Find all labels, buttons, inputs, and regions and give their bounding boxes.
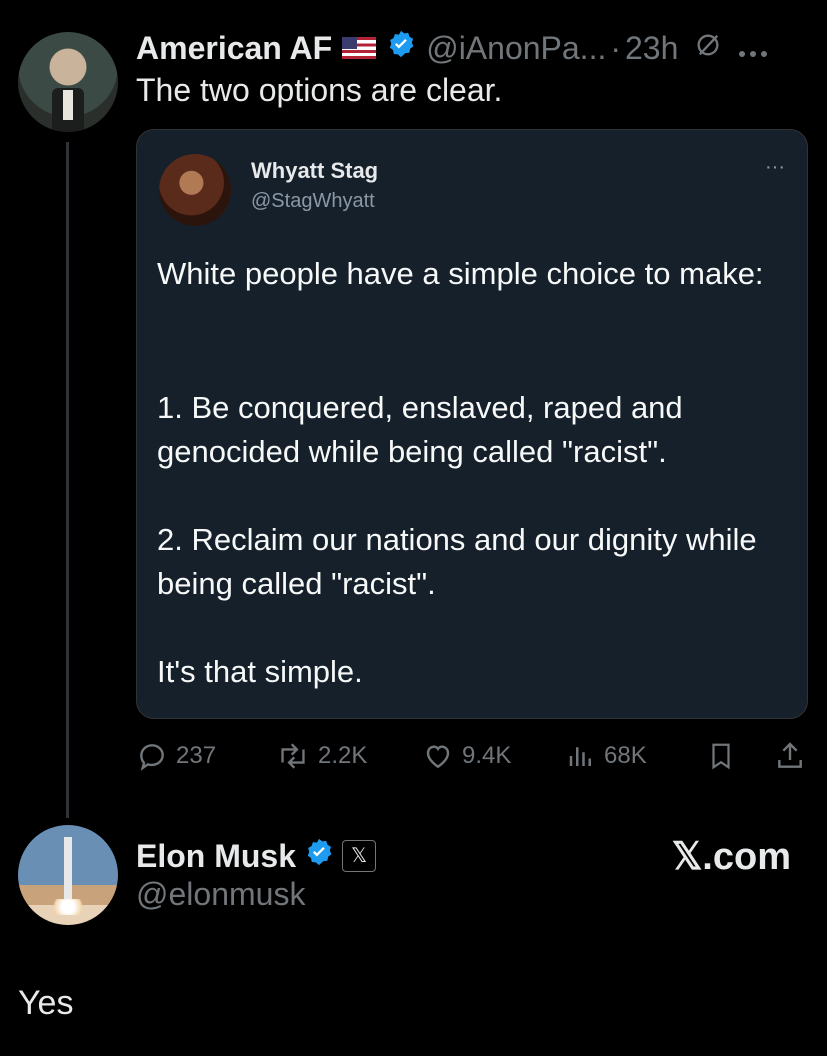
reply-icon — [136, 740, 168, 772]
quoted-author-name[interactable]: Whyatt Stag — [251, 158, 378, 184]
quoted-tweet-card[interactable]: Whyatt Stag @StagWhyatt ··· White people… — [136, 129, 808, 719]
action-bar: 237 2.2K 9.4K 68K — [136, 736, 812, 780]
reply-header: Elon Musk 𝕏 — [136, 834, 377, 878]
quoted-paragraph-3: 2. Reclaim our nations and our dignity w… — [157, 522, 757, 601]
main-tweet-text: The two options are clear. — [136, 72, 503, 108]
x-com-brand: 𝕏.com — [671, 836, 791, 878]
views-count: 68K — [604, 742, 647, 769]
views-button[interactable]: 68K — [566, 740, 647, 772]
share-icon[interactable] — [774, 740, 806, 777]
repost-button[interactable]: 2.2K — [276, 740, 367, 772]
thread-line — [66, 142, 69, 818]
verified-badge-icon — [304, 837, 334, 875]
reply-text: Yes — [18, 984, 74, 1022]
bookmark-icon[interactable] — [706, 740, 736, 777]
repost-count: 2.2K — [318, 742, 368, 769]
quoted-paragraph-4: It's that simple. — [157, 654, 363, 689]
tweet-time[interactable]: 23h — [625, 30, 678, 67]
more-options-icon[interactable] — [738, 30, 768, 67]
elon-musk-avatar[interactable] — [18, 825, 118, 925]
quoted-paragraph-2: 1. Be conquered, enslaved, raped and gen… — [157, 390, 683, 469]
views-icon — [566, 740, 596, 772]
like-count: 9.4K — [462, 742, 512, 769]
us-flag-icon — [342, 37, 377, 59]
like-button[interactable]: 9.4K — [422, 740, 511, 772]
heart-icon — [422, 740, 454, 772]
quoted-author-handle[interactable]: @StagWhyatt — [251, 190, 375, 213]
quoted-more-icon[interactable]: ··· — [765, 156, 785, 179]
reply-author-handle[interactable]: @elonmusk — [136, 876, 305, 913]
american-af-avatar[interactable] — [18, 32, 118, 132]
verified-badge-icon — [386, 29, 416, 67]
main-tweet-header: American AF @iAnonPa... · 23h — [136, 26, 816, 70]
whyatt-stag-avatar[interactable] — [159, 154, 231, 226]
repost-icon — [276, 740, 310, 772]
grok-slash-icon[interactable] — [694, 30, 722, 67]
x-affiliate-badge[interactable]: 𝕏 — [342, 840, 377, 872]
reply-button[interactable]: 237 — [136, 740, 216, 772]
author-name[interactable]: American AF — [136, 30, 332, 67]
reply-count: 237 — [176, 742, 217, 769]
author-handle[interactable]: @iAnonPa... — [426, 30, 606, 67]
separator-dot: · — [610, 29, 621, 66]
reply-author-name[interactable]: Elon Musk — [136, 838, 296, 875]
quoted-paragraph-1: White people have a simple choice to mak… — [157, 256, 764, 291]
